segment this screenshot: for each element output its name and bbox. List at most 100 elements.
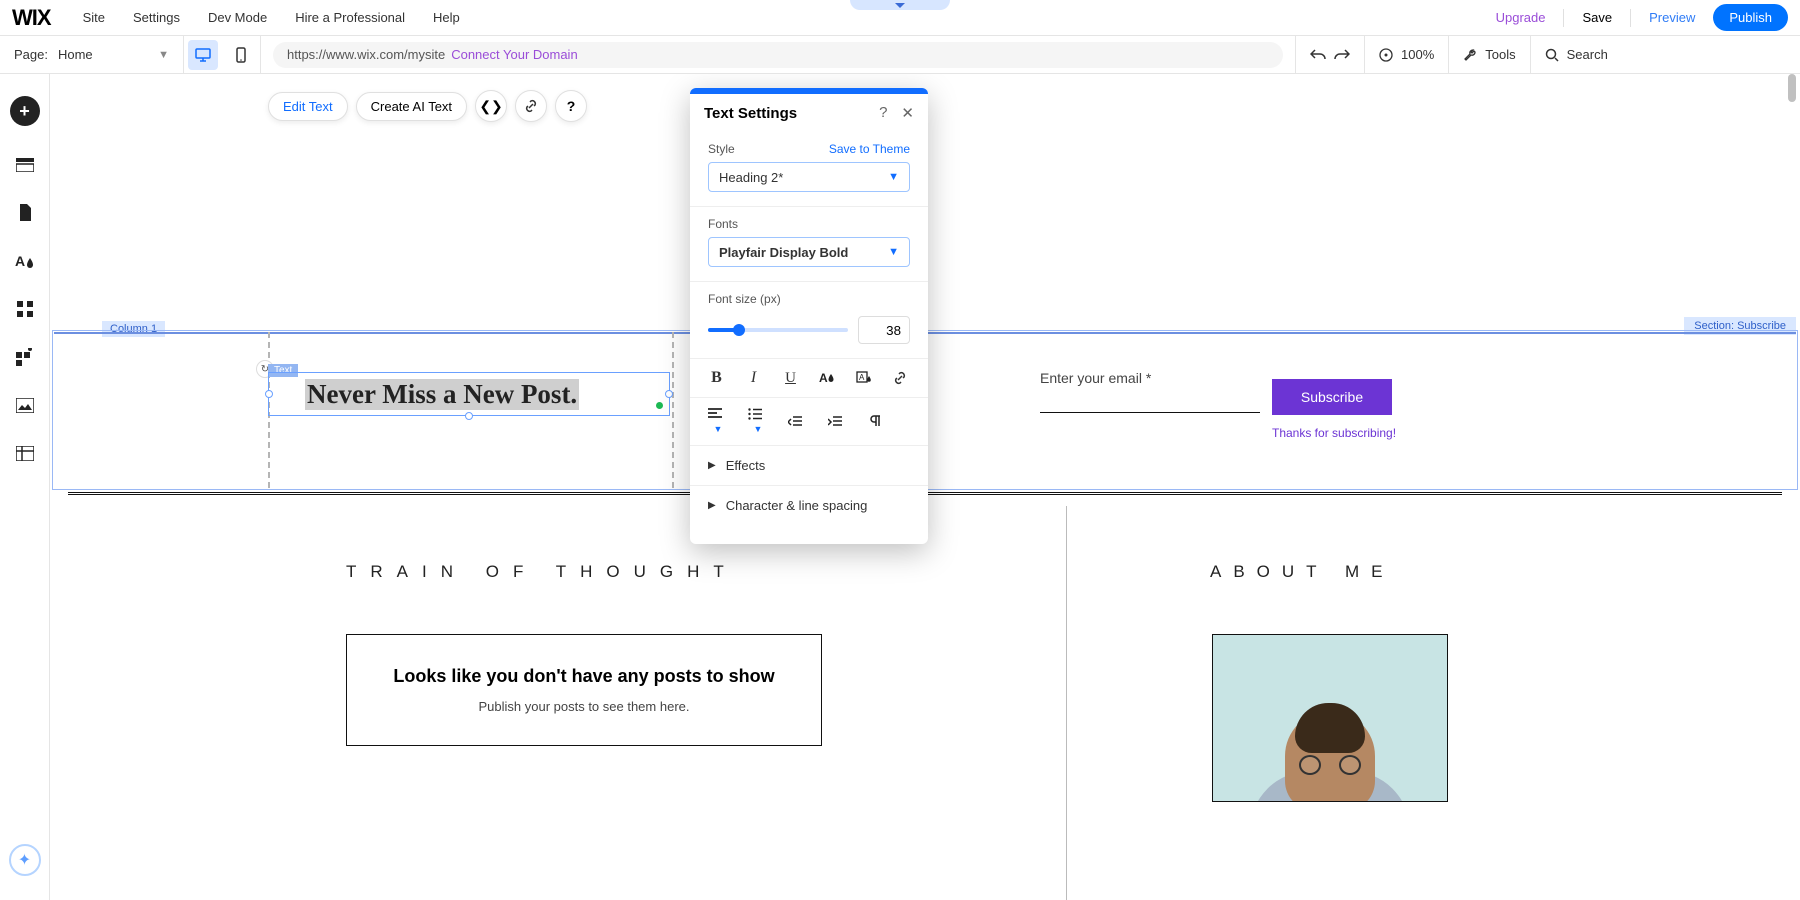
thanks-message: Thanks for subscribing! bbox=[1272, 426, 1396, 440]
wrench-icon bbox=[1463, 48, 1477, 62]
app-market-button[interactable] bbox=[15, 348, 35, 366]
desktop-view-button[interactable] bbox=[188, 40, 218, 70]
about-me-heading: ABOUT ME bbox=[1210, 562, 1394, 582]
selected-text-element[interactable]: ↻ Text Never Miss a New Post. bbox=[268, 372, 670, 416]
email-input-label: Enter your email * bbox=[1040, 370, 1260, 386]
indent-button[interactable] bbox=[828, 416, 848, 428]
theme-button[interactable]: A bbox=[15, 252, 35, 270]
redo-button[interactable] bbox=[1334, 48, 1350, 62]
text-color-button[interactable]: A bbox=[819, 370, 836, 386]
style-label: Style bbox=[708, 142, 735, 156]
svg-text:A: A bbox=[819, 371, 828, 385]
link-icon bbox=[524, 99, 538, 113]
pages-button[interactable] bbox=[15, 204, 35, 222]
page-label: Page: bbox=[14, 47, 48, 62]
fonts-label: Fonts bbox=[708, 217, 910, 231]
chevron-down-icon: ▼ bbox=[754, 424, 763, 434]
panel-title: Text Settings bbox=[704, 105, 797, 122]
publish-button[interactable]: Publish bbox=[1713, 4, 1788, 31]
italic-button[interactable]: I bbox=[745, 369, 762, 387]
page-name: Home bbox=[58, 47, 93, 62]
paragraph-format-row: ▼ ▼ bbox=[690, 398, 928, 446]
apps-button[interactable] bbox=[15, 300, 35, 318]
chevron-down-icon: ▼ bbox=[888, 246, 899, 258]
section-icon bbox=[16, 158, 34, 172]
undo-button[interactable] bbox=[1310, 48, 1326, 62]
resize-handle-bottom[interactable] bbox=[465, 412, 473, 420]
media-button[interactable] bbox=[15, 396, 35, 414]
search-button[interactable]: Search bbox=[1530, 36, 1622, 73]
sparkle-icon: ✦ bbox=[18, 850, 31, 870]
add-element-button[interactable]: + bbox=[10, 96, 40, 126]
font-size-slider[interactable] bbox=[708, 328, 848, 332]
tools-menu[interactable]: Tools bbox=[1448, 36, 1529, 73]
menu-hire-pro[interactable]: Hire a Professional bbox=[281, 10, 419, 25]
text-direction-button[interactable] bbox=[868, 415, 888, 429]
subscribe-button[interactable]: Subscribe bbox=[1272, 379, 1392, 415]
editor-canvas[interactable]: Edit Text Create AI Text ❮❯ ? Column 1 S… bbox=[50, 74, 1800, 900]
list-icon bbox=[748, 408, 762, 420]
heading-text[interactable]: Never Miss a New Post. bbox=[305, 379, 579, 410]
email-field-group: Enter your email * bbox=[1040, 370, 1260, 413]
puzzle-icon bbox=[16, 348, 34, 366]
edit-text-button[interactable]: Edit Text bbox=[268, 92, 348, 121]
underline-button[interactable]: U bbox=[782, 370, 799, 387]
insert-link-button[interactable] bbox=[893, 371, 910, 385]
resize-handle-right[interactable] bbox=[665, 390, 673, 398]
redo-icon bbox=[1334, 48, 1350, 62]
help-button[interactable]: ? bbox=[555, 90, 587, 122]
preview-button[interactable]: Preview bbox=[1649, 10, 1695, 25]
ai-assistant-button[interactable]: ✦ bbox=[9, 844, 41, 876]
svg-text:A: A bbox=[15, 253, 25, 269]
panel-close-button[interactable]: ✕ bbox=[901, 104, 914, 122]
scrollbar[interactable] bbox=[1788, 74, 1796, 102]
list-button[interactable]: ▼ bbox=[748, 408, 768, 435]
status-dot bbox=[656, 402, 663, 409]
style-value: Heading 2* bbox=[719, 170, 783, 185]
page-icon bbox=[18, 204, 32, 222]
highlight-icon: A bbox=[856, 370, 872, 386]
save-to-theme-link[interactable]: Save to Theme bbox=[829, 142, 910, 156]
collapse-notch[interactable] bbox=[850, 0, 950, 10]
connect-domain-link[interactable]: Connect Your Domain bbox=[451, 47, 577, 62]
outdent-button[interactable] bbox=[788, 416, 808, 428]
animation-icon: ❮❯ bbox=[479, 98, 502, 115]
resize-handle-left[interactable] bbox=[265, 390, 273, 398]
panel-help-button[interactable]: ? bbox=[879, 104, 887, 122]
link-button[interactable] bbox=[515, 90, 547, 122]
zoom-control[interactable]: 100% bbox=[1364, 36, 1448, 73]
highlight-button[interactable]: A bbox=[856, 370, 873, 386]
content-manager-button[interactable] bbox=[15, 444, 35, 462]
url-bar[interactable]: https://www.wix.com/mysite Connect Your … bbox=[273, 42, 1283, 68]
menu-settings[interactable]: Settings bbox=[119, 10, 194, 25]
triangle-right-icon: ▶ bbox=[708, 460, 716, 471]
element-action-bar: Edit Text Create AI Text ❮❯ ? bbox=[268, 90, 587, 122]
spacing-section[interactable]: ▶ Character & line spacing bbox=[690, 486, 928, 525]
font-size-input[interactable] bbox=[858, 316, 910, 344]
slider-thumb[interactable] bbox=[733, 324, 745, 336]
menu-help[interactable]: Help bbox=[419, 10, 474, 25]
align-left-icon bbox=[708, 408, 722, 420]
undo-redo-group bbox=[1295, 36, 1364, 73]
email-input[interactable] bbox=[1040, 412, 1260, 413]
page-selector[interactable]: Page: Home ▼ bbox=[0, 36, 184, 73]
text-settings-panel: Text Settings ? ✕ Style Save to Theme He… bbox=[690, 88, 928, 544]
save-button[interactable]: Save bbox=[1582, 10, 1612, 25]
font-dropdown[interactable]: Playfair Display Bold ▼ bbox=[708, 237, 910, 267]
style-dropdown[interactable]: Heading 2* ▼ bbox=[708, 162, 910, 192]
wix-logo[interactable]: WIX bbox=[12, 5, 51, 31]
upgrade-link[interactable]: Upgrade bbox=[1496, 10, 1546, 25]
sections-button[interactable] bbox=[15, 156, 35, 174]
menu-site[interactable]: Site bbox=[69, 10, 119, 25]
align-button[interactable]: ▼ bbox=[708, 408, 728, 435]
menu-dev-mode[interactable]: Dev Mode bbox=[194, 10, 281, 25]
effects-section[interactable]: ▶ Effects bbox=[690, 446, 928, 486]
font-size-section: Font size (px) bbox=[690, 282, 928, 359]
selection-bounds[interactable]: Never Miss a New Post. bbox=[268, 372, 670, 416]
animation-button[interactable]: ❮❯ bbox=[475, 90, 507, 122]
indent-icon bbox=[828, 416, 842, 428]
create-ai-text-button[interactable]: Create AI Text bbox=[356, 92, 467, 121]
mobile-view-button[interactable] bbox=[222, 36, 260, 73]
url-text: https://www.wix.com/mysite bbox=[287, 47, 445, 62]
bold-button[interactable]: B bbox=[708, 369, 725, 387]
